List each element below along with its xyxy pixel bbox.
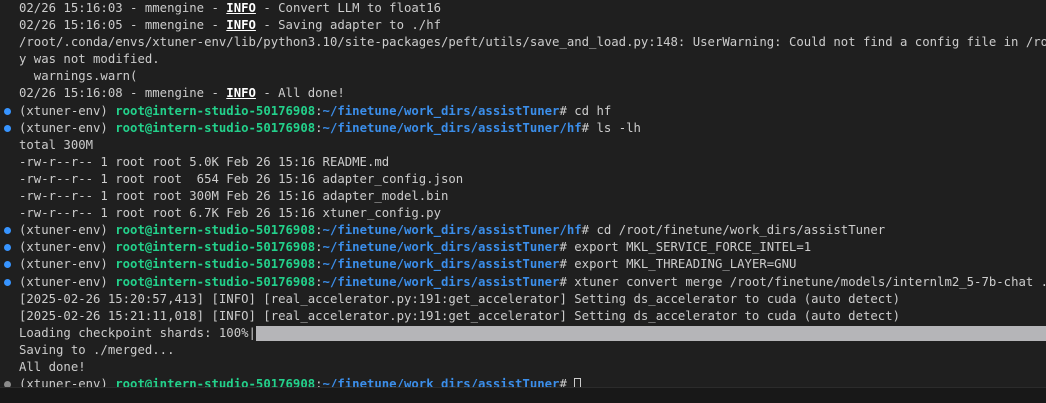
command-line: (xtuner-env) root@intern-studio-50176908…: [0, 239, 1046, 256]
prompt-colon: :: [315, 257, 323, 272]
prompt-path: ~/finetune/work_dirs/assistTuner: [322, 240, 560, 255]
output-line: -rw-r--r-- 1 root root 6.7K Feb 26 15:16…: [19, 206, 441, 221]
log-message: - All done!: [255, 86, 345, 101]
command-decoration-icon[interactable]: [4, 124, 11, 132]
command-line: (xtuner-env) root@intern-studio-50176908…: [0, 222, 1046, 239]
output-line: Saving to ./merged...: [19, 342, 175, 357]
warning-line: y was not modified.: [19, 52, 160, 67]
output-line: total 300M: [19, 137, 94, 152]
prompt-user: root@intern-studio-50176908: [115, 257, 316, 272]
prompt-user: root@intern-studio-50176908: [115, 223, 316, 238]
command-text: # cd hf: [559, 103, 612, 118]
command-line: (xtuner-env) root@intern-studio-50176908…: [0, 103, 1046, 120]
output-line: -rw-r--r-- 1 root root 5.0K Feb 26 15:16…: [19, 154, 390, 169]
command-text: # xtuner convert merge /root/finetune/mo…: [559, 274, 1046, 289]
command-line: (xtuner-env) root@intern-studio-50176908…: [0, 256, 1046, 273]
log-level: INFO: [226, 18, 256, 33]
command-text: # export MKL_SERVICE_FORCE_INTEL=1: [559, 240, 812, 255]
prompt-path: ~/finetune/work_dirs/assistTuner: [322, 274, 560, 289]
command-text: # export MKL_THREADING_LAYER=GNU: [559, 257, 797, 272]
command-decoration-icon[interactable]: [4, 227, 11, 235]
log-message: - Convert LLM to float16: [255, 1, 442, 15]
prompt-path: ~/finetune/work_dirs/assistTuner/hf: [322, 223, 582, 238]
command-decoration-icon[interactable]: [4, 278, 11, 286]
prompt-colon: :: [315, 120, 323, 135]
log-level: INFO: [226, 86, 256, 101]
log-level: INFO: [226, 1, 256, 15]
prompt-colon: :: [315, 103, 323, 118]
progress-line: Loading checkpoint shards: 100%|: [0, 325, 1046, 342]
output-line: All done!: [19, 359, 86, 374]
prompt-env: (xtuner-env): [19, 257, 116, 272]
prompt-user: root@intern-studio-50176908: [115, 120, 316, 135]
command-text: # cd /root/finetune/work_dirs/assistTune…: [581, 223, 886, 238]
log-prefix: 02/26 15:16:08 - mmengine -: [19, 86, 227, 101]
progress-label: Loading checkpoint shards: 100%|: [19, 325, 256, 340]
terminal-output[interactable]: 02/26 15:16:03 - mmengine - INFO - Conve…: [0, 0, 1046, 392]
prompt-path: ~/finetune/work_dirs/assistTuner: [322, 257, 560, 272]
prompt-user: root@intern-studio-50176908: [115, 103, 316, 118]
prompt-user: root@intern-studio-50176908: [115, 274, 316, 289]
prompt-env: (xtuner-env): [19, 274, 116, 289]
command-decoration-icon[interactable]: [4, 244, 11, 252]
output-line: -rw-r--r-- 1 root root 300M Feb 26 15:16…: [19, 189, 449, 204]
prompt-path: ~/finetune/work_dirs/assistTuner: [322, 103, 560, 118]
command-decoration-icon[interactable]: [4, 261, 11, 269]
output-line: [2025-02-26 15:21:11,018] [INFO] [real_a…: [19, 308, 900, 323]
prompt-user: root@intern-studio-50176908: [115, 240, 316, 255]
command-line: (xtuner-env) root@intern-studio-50176908…: [0, 120, 1046, 137]
prompt-colon: :: [315, 223, 323, 238]
status-bar: [0, 387, 1046, 403]
output-line: [2025-02-26 15:20:57,413] [INFO] [real_a…: [19, 291, 900, 306]
warning-line: /root/.conda/envs/xtuner-env/lib/python3…: [19, 35, 1046, 50]
log-line: 02/26 15:16:08 - mmengine - INFO - All d…: [0, 85, 1046, 102]
prompt-colon: :: [315, 274, 323, 289]
log-line: 02/26 15:16:03 - mmengine - INFO - Conve…: [0, 0, 1046, 17]
warning-line: warnings.warn(: [19, 69, 138, 84]
progress-bar: [255, 325, 1046, 341]
prompt-env: (xtuner-env): [19, 103, 116, 118]
log-message: - Saving adapter to ./hf: [255, 18, 442, 33]
prompt-env: (xtuner-env): [19, 120, 116, 135]
command-decoration-icon[interactable]: [4, 107, 11, 115]
log-prefix: 02/26 15:16:03 - mmengine -: [19, 1, 227, 15]
prompt-path: ~/finetune/work_dirs/assistTuner/hf: [322, 120, 582, 135]
prompt-env: (xtuner-env): [19, 240, 116, 255]
prompt-colon: :: [315, 240, 323, 255]
command-line: (xtuner-env) root@intern-studio-50176908…: [0, 274, 1046, 291]
command-text: # ls -lh: [581, 120, 641, 135]
log-prefix: 02/26 15:16:05 - mmengine -: [19, 18, 227, 33]
log-line: 02/26 15:16:05 - mmengine - INFO - Savin…: [0, 17, 1046, 34]
prompt-env: (xtuner-env): [19, 223, 116, 238]
output-line: -rw-r--r-- 1 root root 654 Feb 26 15:16 …: [19, 171, 464, 186]
